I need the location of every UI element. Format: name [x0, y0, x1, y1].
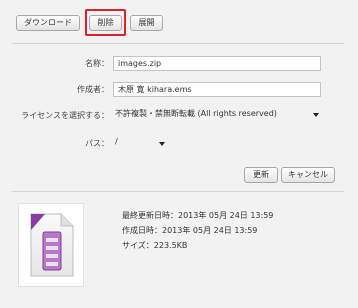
zip-archive-icon: [30, 213, 74, 277]
file-size: サイズ：223.5KB: [122, 241, 188, 250]
name-field[interactable]: images.zip: [113, 56, 321, 71]
name-label: 名称：: [85, 59, 109, 68]
form-divider: [12, 191, 344, 192]
author-label: 作成者：: [77, 85, 109, 94]
cancel-button[interactable]: キャンセル: [281, 167, 335, 183]
chevron-down-icon: [313, 113, 319, 117]
toolbar-divider: [12, 43, 344, 44]
license-select[interactable]: 不許複製・禁無断転載 (All rights reserved): [115, 106, 325, 121]
path-select[interactable]: /: [115, 134, 171, 149]
download-button[interactable]: ダウンロード: [16, 15, 80, 31]
update-button[interactable]: 更新: [244, 167, 278, 183]
author-field[interactable]: 木原 寛 kihara.ems: [113, 82, 321, 97]
created-date: 作成日時：2013年 05月 24日 13:59: [122, 226, 258, 235]
modified-date: 最終更新日時：2013年 05月 24日 13:59: [122, 211, 274, 220]
chevron-down-icon: [159, 142, 165, 146]
license-label: ライセンスを選択する：: [21, 111, 109, 120]
license-select-value: 不許複製・禁無断転載 (All rights reserved): [115, 109, 277, 118]
delete-button-highlight: [85, 9, 126, 36]
path-label: パス：: [85, 139, 109, 148]
expand-button[interactable]: 展開: [130, 15, 163, 31]
path-select-value: /: [115, 137, 118, 146]
file-thumbnail: [18, 203, 84, 287]
